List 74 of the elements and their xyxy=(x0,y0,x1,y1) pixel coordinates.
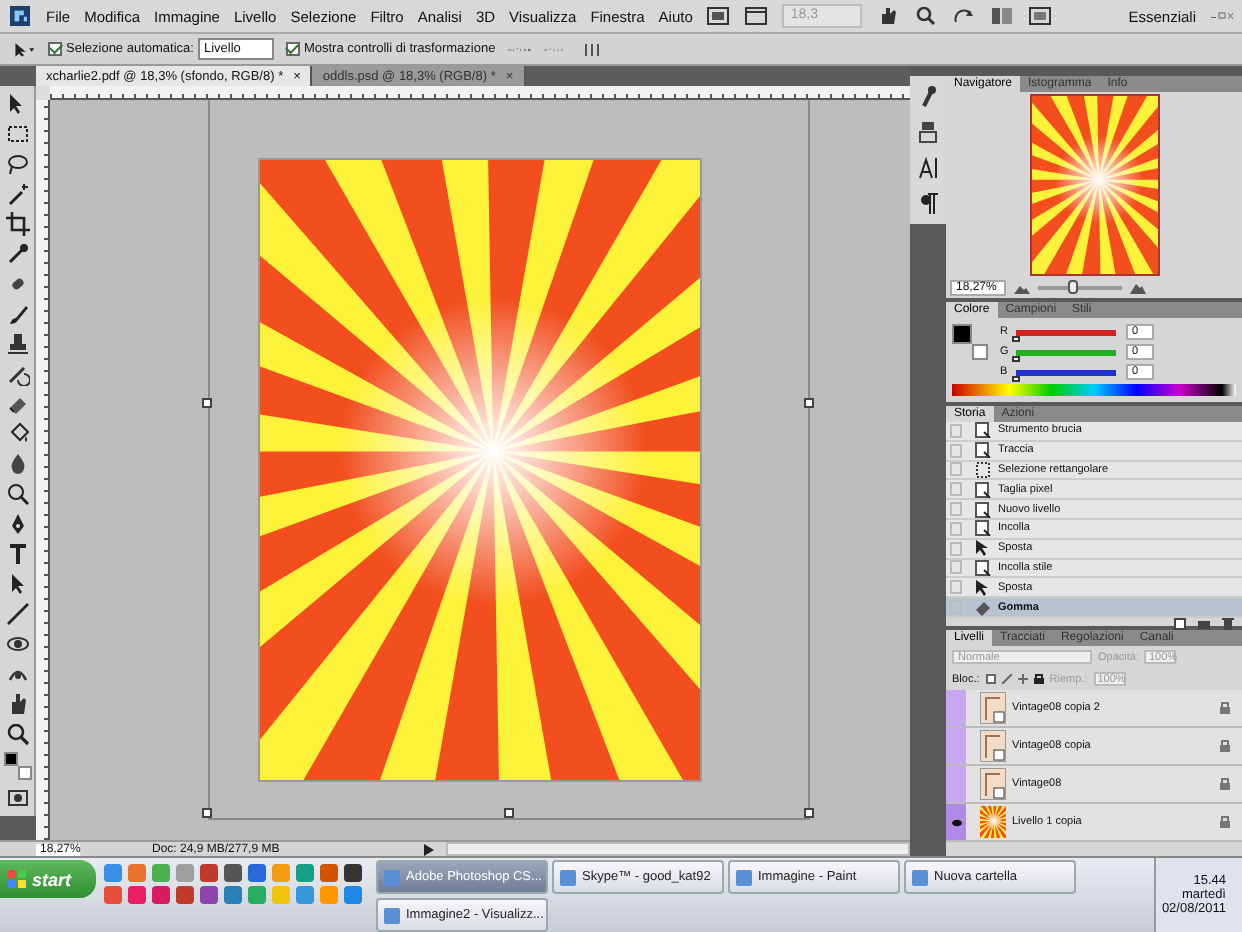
horizontal-scrollbar[interactable] xyxy=(446,842,910,856)
app-icon xyxy=(912,869,928,885)
foreground-color-swatch[interactable] xyxy=(3,752,17,766)
padlock-icon xyxy=(1220,702,1230,714)
slider-thumb[interactable] xyxy=(1012,355,1020,361)
camera-icon[interactable] xyxy=(1198,617,1210,630)
3d-rotate-icon[interactable] xyxy=(5,632,29,656)
marquee-icon xyxy=(974,461,992,478)
clone-source-icon[interactable] xyxy=(916,120,940,144)
zoom-slider-thumb[interactable] xyxy=(1067,280,1078,294)
history-state-icon xyxy=(974,501,992,518)
background-color-swatch[interactable] xyxy=(17,766,31,780)
layer-thumbnail xyxy=(980,730,1006,762)
bridge-icon[interactable] xyxy=(706,6,731,26)
lock-transparency-icon[interactable] xyxy=(985,674,996,684)
window-layout-icon[interactable] xyxy=(744,6,769,26)
stamp-icon[interactable] xyxy=(5,332,29,356)
eraser-icon xyxy=(974,599,992,616)
auto-align-icon[interactable] xyxy=(579,39,604,59)
history-state-icon xyxy=(974,422,992,439)
history-state-icon xyxy=(974,442,992,459)
app-icon xyxy=(560,869,576,885)
app-icon xyxy=(384,869,400,885)
brush-icon[interactable] xyxy=(5,302,29,326)
large-mountain-icon[interactable] xyxy=(1130,283,1146,293)
eraser-icon[interactable] xyxy=(5,392,29,416)
app-logo-icon xyxy=(8,6,32,26)
move-tool-icon[interactable] xyxy=(12,39,36,59)
paint-bucket-icon[interactable] xyxy=(5,422,29,446)
character-panel-icon[interactable] xyxy=(916,156,940,180)
dodge-tool-icon[interactable] xyxy=(5,482,29,506)
hand-icon[interactable] xyxy=(876,6,901,26)
layer-thumbnail xyxy=(980,768,1006,800)
padlock-icon xyxy=(1220,740,1230,752)
app-icon xyxy=(384,907,400,923)
line-tool-icon[interactable] xyxy=(5,602,29,626)
magic-wand-icon[interactable] xyxy=(5,182,29,206)
new-document-icon[interactable] xyxy=(1174,617,1186,630)
padlock-icon[interactable] xyxy=(1033,674,1044,684)
trash-icon[interactable] xyxy=(1222,617,1234,630)
history-state-icon xyxy=(974,481,992,498)
checkbox[interactable] xyxy=(48,42,62,56)
padlock-icon xyxy=(1220,778,1230,790)
rotate-view-icon[interactable] xyxy=(952,6,977,26)
move-arrow-icon xyxy=(974,579,992,596)
arrange-documents-icon[interactable] xyxy=(990,6,1015,26)
layer-thumbnail xyxy=(980,806,1006,838)
quick-mask-icon[interactable] xyxy=(5,786,29,810)
zoom-icon[interactable] xyxy=(914,6,939,26)
type-tool-icon[interactable] xyxy=(5,542,29,566)
marquee-tool-icon[interactable] xyxy=(5,122,29,146)
right-triangle-icon[interactable] xyxy=(424,843,434,855)
screen-mode-icon[interactable] xyxy=(1028,6,1053,26)
move-cross-icon[interactable] xyxy=(1017,674,1028,684)
padlock-icon xyxy=(1220,816,1230,828)
foreground-color-swatch[interactable] xyxy=(952,324,972,344)
eyedropper-icon[interactable] xyxy=(5,242,29,266)
slider-thumb[interactable] xyxy=(1012,335,1020,341)
paragraph-panel-icon[interactable] xyxy=(916,192,940,216)
background-color-swatch[interactable] xyxy=(972,344,988,360)
small-mountain-icon[interactable] xyxy=(1014,283,1030,293)
zoom-icon[interactable] xyxy=(5,722,29,746)
layer-thumbnail xyxy=(980,692,1006,724)
crop-tool-icon[interactable] xyxy=(5,212,29,236)
history-state-icon xyxy=(974,520,992,537)
move-arrow-icon xyxy=(974,540,992,557)
history-state-icon xyxy=(974,559,992,576)
checkbox[interactable] xyxy=(285,42,300,56)
color-spectrum-bar[interactable] xyxy=(952,384,1236,396)
app-icon xyxy=(736,869,752,885)
transform-bounding-box[interactable] xyxy=(208,100,810,820)
lasso-tool-icon[interactable] xyxy=(5,152,29,176)
slider-thumb[interactable] xyxy=(1012,375,1020,381)
history-brush-icon[interactable] xyxy=(5,362,29,386)
